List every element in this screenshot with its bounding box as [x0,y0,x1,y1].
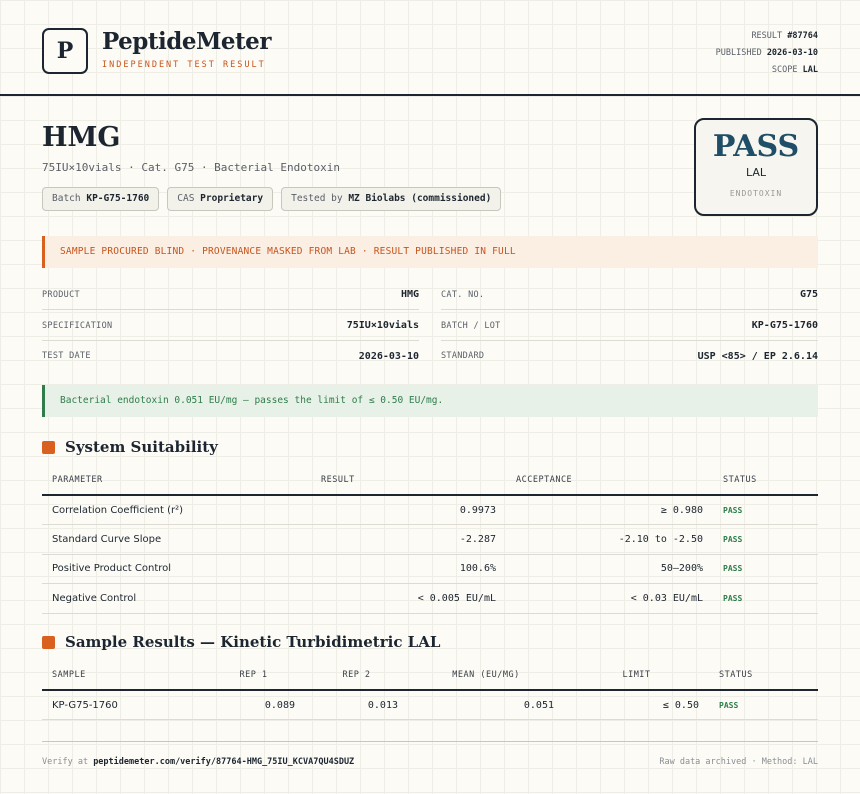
chip-value: KP-G75-1760 [86,193,150,204]
param-acceptance: -2.10 to -2.50 [506,524,713,555]
sample-id: KP-G75-1760 [42,690,202,720]
table-header-row: PARAMETER RESULT ACCEPTANCE STATUS [42,466,818,496]
param-result: 0.9973 [311,495,506,525]
param-name: Positive Product Control [42,554,311,584]
param-name: Correlation Coefficient (r²) [42,495,311,525]
product-subtitle: 75IU×10vials · Cat. G75 · Bacterial Endo… [42,161,341,174]
col-parameter: PARAMETER [42,466,311,496]
param-name: Negative Control [42,583,311,614]
param-name: Standard Curve Slope [42,524,311,555]
published-label: PUBLISHED [715,48,762,58]
param-acceptance: ≥ 0.980 [506,495,713,525]
section-marker-icon [42,440,55,454]
info-value: HMG [400,289,419,300]
blind-procurement-notice: SAMPLE PROCURED BLIND · PROVENANCE MASKE… [42,236,818,268]
published-date: 2026-03-10 [766,48,818,58]
sample-rep1: 0.089 [202,690,305,720]
samples-table: SAMPLE REP 1 REP 2 MEAN (EU/MG) LIMIT ST… [42,661,818,720]
chip-label: Batch [52,193,81,204]
footer-verify: Verify at peptidemeter.com/verify/87764-… [42,757,354,767]
param-result: 100.6% [311,554,506,584]
footer-divider [42,741,818,742]
info-value: USP <85> / EP 2.6.14 [697,350,818,362]
result-label: RESULT [751,31,783,41]
info-key: CAT. NO. [441,289,485,300]
result-summary-notice: Bacterial endotoxin 0.051 EU/mg — passes… [42,385,818,417]
pass-method: LAL [745,166,767,179]
suitability-heading: System Suitability [42,438,218,456]
report-header: P PeptideMeter INDEPENDENT TEST RESULT R… [0,0,860,96]
brand-logo: P [42,28,88,74]
sample-rep2: 0.013 [305,690,408,720]
chip-label: CAS [177,193,195,204]
chip-value: Proprietary [200,193,264,204]
result-number: #87764 [787,31,818,41]
pass-category: ENDOTOXIN [729,189,783,198]
param-acceptance: < 0.03 EU/mL [506,583,713,614]
samples-heading: Sample Results — Kinetic Turbidimetric L… [42,633,440,651]
verify-prefix: Verify at [42,757,89,767]
table-header-row: SAMPLE REP 1 REP 2 MEAN (EU/MG) LIMIT ST… [42,661,818,691]
param-result: -2.287 [311,524,506,555]
sample-limit: ≤ 0.50 [564,690,709,720]
samples-title: Sample Results — Kinetic Turbidimetric L… [65,633,441,651]
section-marker-icon [42,635,55,649]
col-acceptance: ACCEPTANCE [506,466,713,496]
param-status: PASS [713,524,818,555]
info-value: KP-G75-1760 [751,320,818,331]
info-batch-lot: BATCH / LOT KP-G75-1760 [441,311,818,341]
scope-value: LAL [802,65,818,75]
param-result: < 0.005 EU/mL [311,583,506,614]
table-row: Correlation Coefficient (r²) 0.9973 ≥ 0.… [42,495,818,525]
report-meta: RESULT #87764 PUBLISHED 2026-03-10 SCOPE… [716,28,818,79]
sample-mean: 0.051 [408,690,564,720]
brand-subtitle: INDEPENDENT TEST RESULT [102,60,266,70]
col-result: RESULT [311,466,506,496]
product-title: HMG [42,122,121,153]
footer-archive-note: Raw data archived · Method: LAL [659,757,818,767]
verify-link[interactable]: peptidemeter.com/verify/87764-HMG_75IU_K… [93,757,354,767]
table-row: KP-G75-1760 0.089 0.013 0.051 ≤ 0.50 PAS… [42,690,818,720]
info-key: BATCH / LOT [441,320,501,331]
suitability-table: PARAMETER RESULT ACCEPTANCE STATUS Corre… [42,466,818,614]
col-sample: SAMPLE [42,661,202,691]
info-key: PRODUCT [42,289,80,300]
param-status: PASS [713,583,818,614]
info-value: 2026-03-10 [358,350,419,362]
info-value: 75IU×10vials [346,320,419,331]
chip-label: Tested by [291,193,343,204]
product-chips: Batch KP-G75-1760 CAS Proprietary Tested… [42,187,502,211]
info-key: STANDARD [441,351,485,361]
info-standard: STANDARD USP <85> / EP 2.6.14 [441,341,818,371]
col-status: STATUS [713,466,818,496]
scope-label: SCOPE [771,65,798,75]
table-row: Standard Curve Slope -2.287 -2.10 to -2.… [42,524,818,555]
chip-value: MZ Biolabs (commissioned) [348,193,492,204]
info-specification: SPECIFICATION 75IU×10vials [42,311,419,341]
pass-word: PASS [712,129,800,164]
table-row: Negative Control < 0.005 EU/mL < 0.03 EU… [42,583,818,614]
suitability-title: System Suitability [65,438,218,456]
col-rep2: REP 2 [305,661,408,691]
info-product: PRODUCT HMG [42,280,419,310]
param-status: PASS [713,495,818,525]
info-cat-no: CAT. NO. G75 [441,280,818,310]
param-acceptance: 50–200% [506,554,713,584]
col-mean: MEAN (EU/MG) [408,661,564,691]
info-test-date: TEST DATE 2026-03-10 [42,341,419,371]
info-key: TEST DATE [42,351,91,361]
brand-name: PeptideMeter [102,28,271,55]
info-value: G75 [799,289,818,300]
col-status: STATUS [709,661,818,691]
info-key: SPECIFICATION [42,320,113,331]
param-status: PASS [713,554,818,584]
col-rep1: REP 1 [202,661,305,691]
tested-by-chip: Tested by MZ Biolabs (commissioned) [281,187,502,211]
pass-badge: PASS LAL ENDOTOXIN [694,118,818,216]
cas-chip: CAS Proprietary [167,187,274,211]
table-row: Positive Product Control 100.6% 50–200% … [42,554,818,584]
sample-status: PASS [709,690,818,720]
batch-chip: Batch KP-G75-1760 [42,187,160,211]
col-limit: LIMIT [564,661,709,691]
